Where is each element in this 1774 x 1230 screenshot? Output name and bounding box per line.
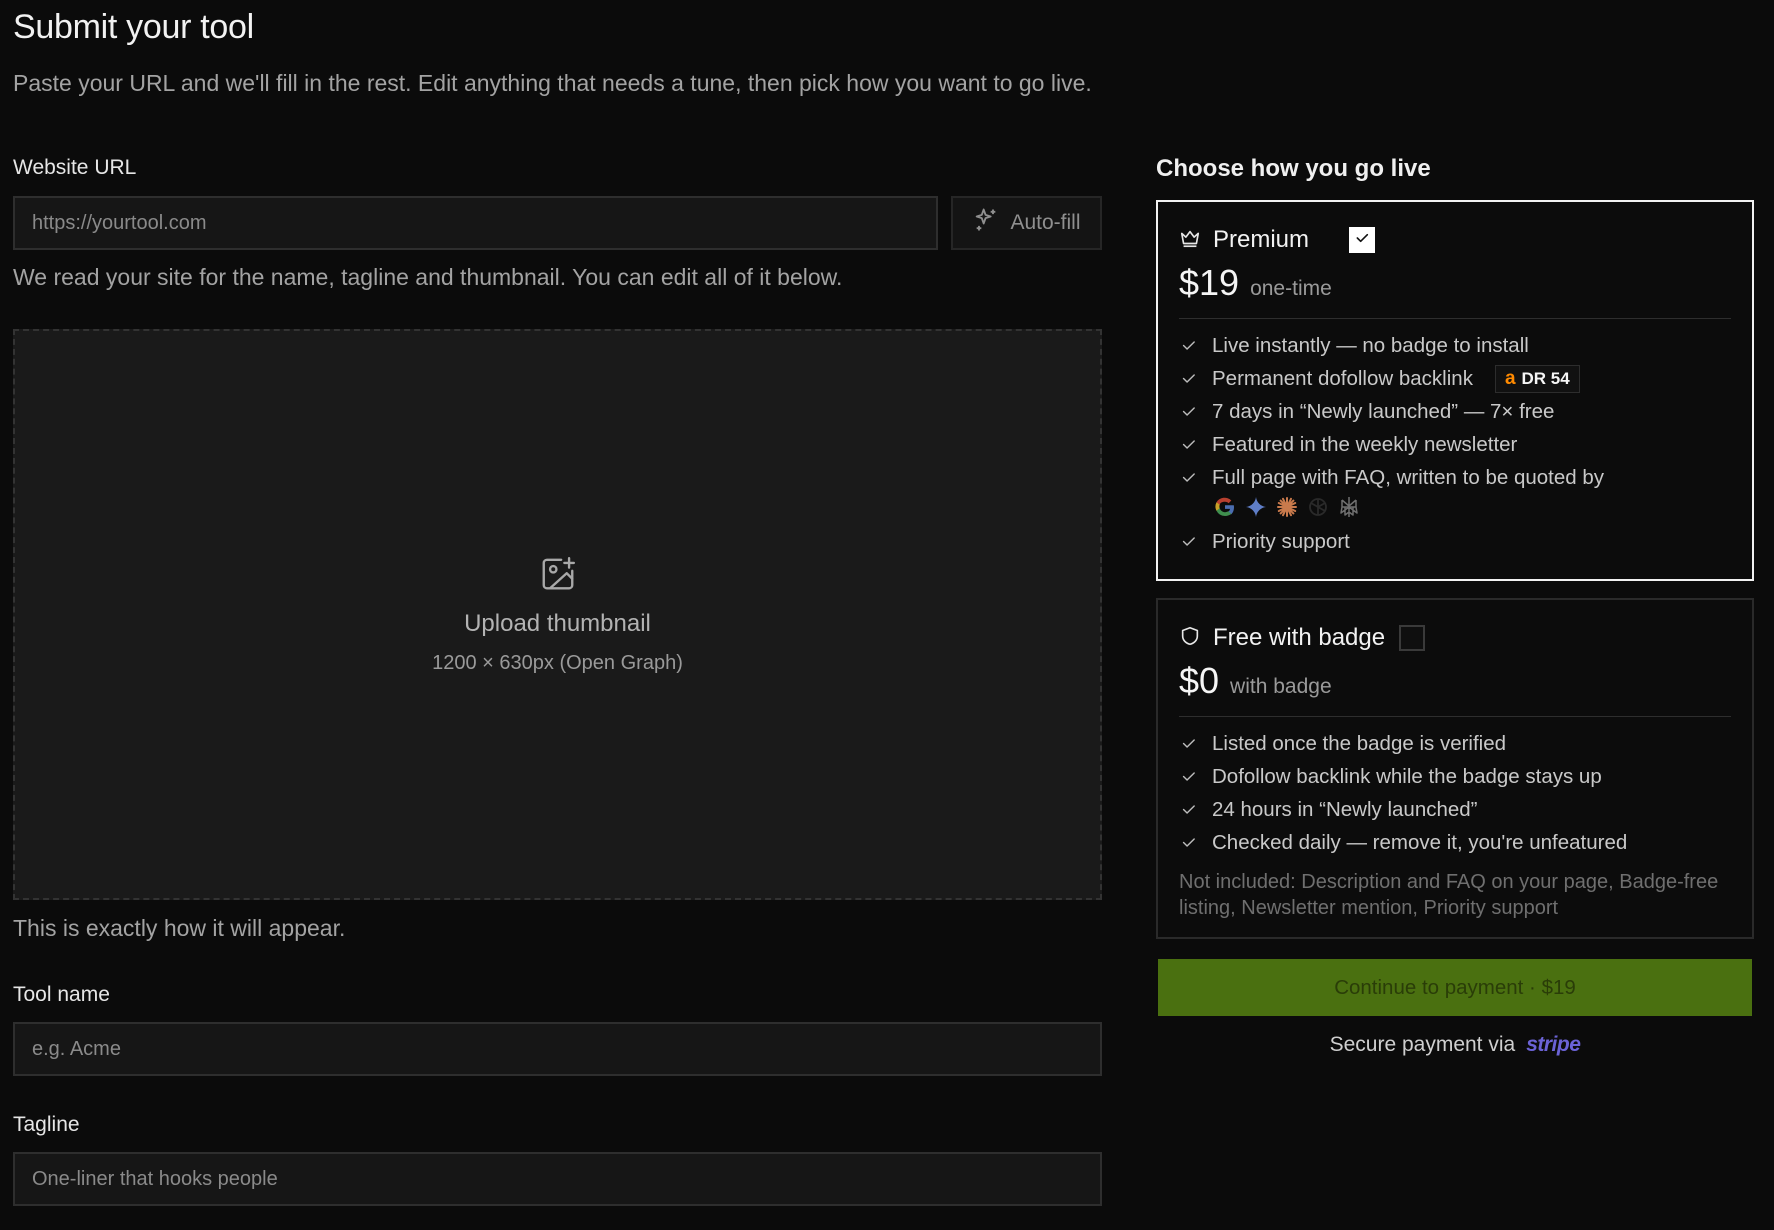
free-plan-card[interactable]: Free with badge $0 with badge Listed onc… (1156, 598, 1754, 939)
free-features: Listed once the badge is verified Dofoll… (1179, 727, 1731, 859)
checkmark-icon (1354, 230, 1370, 251)
feature-text: 24 hours in “Newly launched” (1212, 797, 1478, 821)
website-url-label: Website URL (13, 156, 137, 179)
domain-rating-badge: a DR 54 (1494, 364, 1580, 393)
tagline-input[interactable]: One-liner that hooks people (13, 1152, 1102, 1206)
free-plan-name: Free with badge (1213, 624, 1386, 651)
list-item: Checked daily — remove it, you're unfeat… (1179, 826, 1731, 859)
premium-plan-card[interactable]: Premium $19 one-time Live instantly — no… (1156, 200, 1754, 581)
feature-text: 7 days in “Newly launched” — 7× free (1212, 399, 1555, 423)
feature-text: Permanent dofollow backlink (1212, 366, 1473, 390)
check-icon (1179, 801, 1198, 818)
list-item: Priority support (1179, 525, 1731, 558)
feature-text: Featured in the weekly newsletter (1212, 432, 1518, 456)
list-item: Featured in the weekly newsletter (1179, 428, 1731, 461)
check-icon (1179, 403, 1198, 420)
tool-name-placeholder: e.g. Acme (32, 1037, 121, 1060)
feature-text: Priority support (1212, 529, 1350, 553)
url-hint: We read your site for the name, tagline … (13, 264, 843, 290)
feature-text: Checked daily — remove it, you're unfeat… (1212, 830, 1628, 854)
page-title: Submit your tool (13, 8, 254, 46)
claude-icon (1275, 495, 1299, 524)
free-price-note: with badge (1230, 675, 1332, 698)
secure-payment-note: Secure payment via stripe (1156, 1033, 1754, 1057)
preview-caption: This is exactly how it will appear. (13, 915, 346, 941)
list-item: Full page with FAQ, written to be quoted… (1179, 461, 1731, 494)
check-icon (1179, 533, 1198, 550)
list-item: 24 hours in “Newly launched” (1179, 793, 1731, 826)
check-icon (1179, 370, 1198, 387)
google-icon (1213, 495, 1237, 524)
check-icon (1179, 834, 1198, 851)
thumbnail-upload-dropzone[interactable]: Upload thumbnail 1200 × 630px (Open Grap… (13, 329, 1102, 900)
tool-name-input[interactable]: e.g. Acme (13, 1022, 1102, 1076)
website-url-input[interactable]: https://yourtool.com (13, 196, 938, 250)
upload-thumbnail-size: 1200 × 630px (Open Graph) (432, 651, 683, 674)
website-url-placeholder: https://yourtool.com (32, 211, 207, 234)
check-icon (1179, 469, 1198, 486)
sparkles-icon (972, 206, 1000, 240)
feature-text: Live instantly — no badge to install (1212, 333, 1529, 357)
free-checkbox[interactable] (1399, 625, 1426, 651)
list-item: 7 days in “Newly launched” — 7× free (1179, 395, 1731, 428)
tagline-label: Tagline (13, 1113, 80, 1136)
openai-icon (1306, 495, 1330, 524)
plans-title: Choose how you go live (1156, 155, 1431, 182)
list-item: Listed once the badge is verified (1179, 727, 1731, 760)
feature-text: Listed once the badge is verified (1212, 731, 1507, 755)
check-icon (1179, 337, 1198, 354)
continue-to-payment-button[interactable]: Continue to payment · $19 (1158, 959, 1752, 1016)
premium-divider (1179, 318, 1731, 319)
ahrefs-logo-icon: a (1504, 367, 1516, 389)
domain-rating-text: DR 54 (1521, 368, 1570, 388)
check-icon (1179, 768, 1198, 785)
list-item: Live instantly — no badge to install (1179, 329, 1731, 362)
image-plus-icon (539, 555, 577, 598)
check-icon (1179, 735, 1198, 752)
list-item: Permanent dofollow backlink a DR 54 (1179, 362, 1731, 395)
not-included-note: Not included: Description and FAQ on you… (1179, 871, 1719, 919)
upload-thumbnail-title: Upload thumbnail (464, 609, 651, 637)
shield-icon (1179, 625, 1201, 652)
gemini-icon (1244, 495, 1268, 524)
list-item: Dofollow backlink while the badge stays … (1179, 760, 1731, 793)
secure-payment-text: Secure payment via (1329, 1033, 1516, 1056)
ai-engines-icons (1179, 494, 1731, 525)
auto-fill-label: Auto-fill (1010, 211, 1081, 234)
free-divider (1179, 716, 1731, 717)
page-subtitle: Paste your URL and we'll fill in the res… (13, 70, 1092, 96)
feature-text: Full page with FAQ, written to be quoted… (1212, 465, 1604, 489)
tool-name-label: Tool name (13, 983, 110, 1006)
premium-checkbox[interactable] (1349, 227, 1376, 253)
premium-plan-name: Premium (1213, 226, 1310, 253)
tagline-placeholder: One-liner that hooks people (32, 1167, 278, 1190)
premium-price-note: one-time (1250, 277, 1332, 300)
free-price: $0 (1179, 660, 1220, 701)
stripe-logo-icon: stripe (1526, 1033, 1581, 1056)
premium-features: Live instantly — no badge to install Per… (1179, 329, 1731, 558)
auto-fill-button[interactable]: Auto-fill (951, 196, 1102, 250)
premium-price: $19 (1179, 262, 1240, 303)
check-icon (1179, 436, 1198, 453)
continue-to-payment-label: Continue to payment · $19 (1334, 975, 1576, 999)
crown-icon (1179, 227, 1201, 254)
feature-text: Dofollow backlink while the badge stays … (1212, 764, 1602, 788)
perplexity-icon (1337, 495, 1361, 524)
